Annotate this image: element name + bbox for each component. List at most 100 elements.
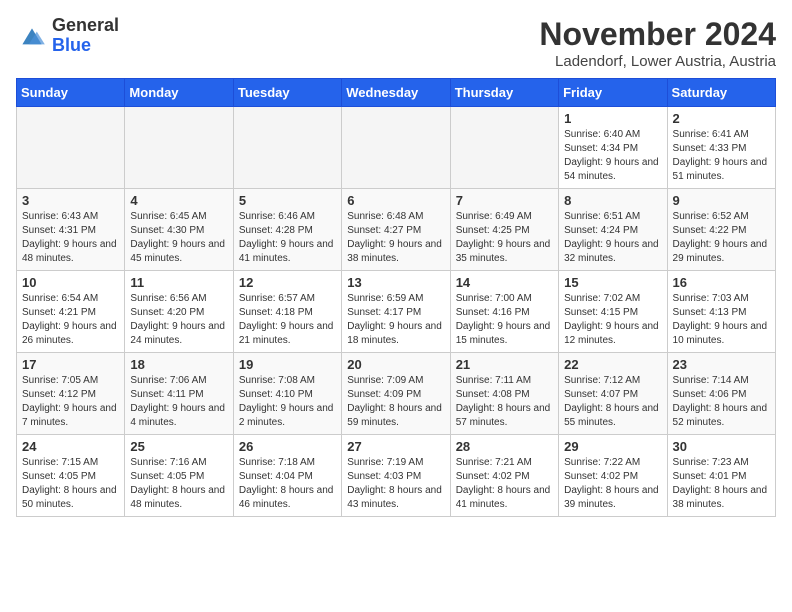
calendar-cell: 25 Sunrise: 7:16 AMSunset: 4:05 PMDayligh… [125, 435, 233, 517]
day-info: Sunrise: 7:14 AMSunset: 4:06 PMDaylight:… [673, 374, 770, 430]
day-number: 13 [347, 275, 444, 290]
day-info: Sunrise: 6:43 AMSunset: 4:31 PMDaylight:… [22, 210, 119, 266]
day-info: Sunrise: 7:09 AMSunset: 4:09 PMDaylight:… [347, 374, 444, 430]
calendar-cell: 10Sunrise: 6:54 AMSunset: 4:21 PMDayligh… [17, 271, 125, 353]
day-number: 12 [239, 275, 336, 290]
day-number: 21 [456, 357, 553, 372]
calendar-week-5: 24Sunrise: 7:15 AMSunset: 4:05 PMDayligh… [17, 435, 776, 517]
calendar-cell: 16 Sunrise: 7:03 AMSunset: 4:13 PMDayligh… [667, 271, 775, 353]
calendar-cell: 8 Sunrise: 6:51 AMSunset: 4:24 PMDaylight… [559, 189, 667, 271]
day-number: 14 [456, 275, 553, 290]
day-number: 9 [673, 193, 770, 208]
calendar: SundayMondayTuesdayWednesdayThursdayFrid… [16, 78, 776, 517]
weekday-row: SundayMondayTuesdayWednesdayThursdayFrid… [17, 79, 776, 107]
calendar-cell [342, 107, 450, 189]
day-info: Sunrise: 7:16 AMSunset: 4:05 PMDaylight:… [130, 456, 227, 512]
day-number: 2 [673, 111, 770, 126]
day-info: Sunrise: 6:51 AMSunset: 4:24 PMDaylight:… [564, 210, 661, 266]
calendar-cell: 28 Sunrise: 7:21 AMSunset: 4:02 PMDayligh… [450, 435, 558, 517]
day-number: 19 [239, 357, 336, 372]
day-number: 1 [564, 111, 661, 126]
calendar-week-4: 17 Sunrise: 7:05 AMSunset: 4:12 PMDayligh… [17, 353, 776, 435]
day-info: Sunrise: 6:41 AMSunset: 4:33 PMDaylight:… [673, 128, 770, 184]
weekday-header-friday: Friday [559, 79, 667, 107]
weekday-header-sunday: Sunday [17, 79, 125, 107]
calendar-cell [17, 107, 125, 189]
calendar-cell: 30 Sunrise: 7:23 AMSunset: 4:01 PMDayligh… [667, 435, 775, 517]
calendar-cell: 14 Sunrise: 7:00 AMSunset: 4:16 PMDayligh… [450, 271, 558, 353]
calendar-cell: 6 Sunrise: 6:48 AMSunset: 4:27 PMDaylight… [342, 189, 450, 271]
calendar-cell: 12 Sunrise: 6:57 AMSunset: 4:18 PMDayligh… [233, 271, 341, 353]
day-number: 4 [130, 193, 227, 208]
day-info: Sunrise: 7:21 AMSunset: 4:02 PMDaylight:… [456, 456, 553, 512]
day-info: Sunrise: 6:49 AMSunset: 4:25 PMDaylight:… [456, 210, 553, 266]
logo-general: General [52, 15, 119, 35]
day-number: 23 [673, 357, 770, 372]
day-info: Sunrise: 7:19 AMSunset: 4:03 PMDaylight:… [347, 456, 444, 512]
day-info: Sunrise: 7:05 AMSunset: 4:12 PMDaylight:… [22, 374, 119, 430]
calendar-cell: 18 Sunrise: 7:06 AMSunset: 4:11 PMDayligh… [125, 353, 233, 435]
page-header: General Blue November 2024 Ladendorf, Lo… [16, 16, 776, 70]
day-number: 29 [564, 439, 661, 454]
day-info: Sunrise: 7:23 AMSunset: 4:01 PMDaylight:… [673, 456, 770, 512]
day-info: Sunrise: 7:15 AMSunset: 4:05 PMDaylight:… [22, 456, 119, 512]
calendar-cell: 27 Sunrise: 7:19 AMSunset: 4:03 PMDayligh… [342, 435, 450, 517]
location: Ladendorf, Lower Austria, Austria [539, 53, 776, 70]
day-info: Sunrise: 6:45 AMSunset: 4:30 PMDaylight:… [130, 210, 227, 266]
calendar-week-2: 3 Sunrise: 6:43 AMSunset: 4:31 PMDaylight… [17, 189, 776, 271]
logo-blue: Blue [52, 35, 91, 55]
day-info: Sunrise: 7:18 AMSunset: 4:04 PMDaylight:… [239, 456, 336, 512]
day-number: 3 [22, 193, 119, 208]
month-title: November 2024 [539, 16, 776, 53]
day-number: 27 [347, 439, 444, 454]
calendar-cell: 23 Sunrise: 7:14 AMSunset: 4:06 PMDayligh… [667, 353, 775, 435]
calendar-cell: 7Sunrise: 6:49 AMSunset: 4:25 PMDaylight… [450, 189, 558, 271]
day-number: 25 [130, 439, 227, 454]
calendar-cell: 26Sunrise: 7:18 AMSunset: 4:04 PMDayligh… [233, 435, 341, 517]
calendar-cell [233, 107, 341, 189]
day-number: 8 [564, 193, 661, 208]
calendar-cell [450, 107, 558, 189]
calendar-cell: 21Sunrise: 7:11 AMSunset: 4:08 PMDayligh… [450, 353, 558, 435]
calendar-cell [125, 107, 233, 189]
day-info: Sunrise: 7:02 AMSunset: 4:15 PMDaylight:… [564, 292, 661, 348]
weekday-header-tuesday: Tuesday [233, 79, 341, 107]
day-number: 16 [673, 275, 770, 290]
day-number: 30 [673, 439, 770, 454]
calendar-cell: 3 Sunrise: 6:43 AMSunset: 4:31 PMDaylight… [17, 189, 125, 271]
day-info: Sunrise: 7:00 AMSunset: 4:16 PMDaylight:… [456, 292, 553, 348]
day-info: Sunrise: 6:48 AMSunset: 4:27 PMDaylight:… [347, 210, 444, 266]
day-info: Sunrise: 6:52 AMSunset: 4:22 PMDaylight:… [673, 210, 770, 266]
calendar-cell: 2 Sunrise: 6:41 AMSunset: 4:33 PMDaylight… [667, 107, 775, 189]
calendar-cell: 13 Sunrise: 6:59 AMSunset: 4:17 PMDayligh… [342, 271, 450, 353]
day-info: Sunrise: 7:06 AMSunset: 4:11 PMDaylight:… [130, 374, 227, 430]
calendar-cell: 4 Sunrise: 6:45 AMSunset: 4:30 PMDaylight… [125, 189, 233, 271]
calendar-cell: 29Sunrise: 7:22 AMSunset: 4:02 PMDayligh… [559, 435, 667, 517]
calendar-cell: 22 Sunrise: 7:12 AMSunset: 4:07 PMDayligh… [559, 353, 667, 435]
logo-icon [16, 22, 48, 50]
day-number: 20 [347, 357, 444, 372]
day-info: Sunrise: 6:40 AMSunset: 4:34 PMDaylight:… [564, 128, 661, 184]
day-info: Sunrise: 6:57 AMSunset: 4:18 PMDaylight:… [239, 292, 336, 348]
day-info: Sunrise: 7:03 AMSunset: 4:13 PMDaylight:… [673, 292, 770, 348]
logo-text: General Blue [52, 16, 119, 56]
title-block: November 2024 Ladendorf, Lower Austria, … [539, 16, 776, 70]
day-number: 6 [347, 193, 444, 208]
calendar-cell: 11Sunrise: 6:56 AMSunset: 4:20 PMDayligh… [125, 271, 233, 353]
day-info: Sunrise: 6:59 AMSunset: 4:17 PMDaylight:… [347, 292, 444, 348]
day-info: Sunrise: 7:08 AMSunset: 4:10 PMDaylight:… [239, 374, 336, 430]
day-number: 17 [22, 357, 119, 372]
calendar-cell: 24Sunrise: 7:15 AMSunset: 4:05 PMDayligh… [17, 435, 125, 517]
calendar-cell: 15 Sunrise: 7:02 AMSunset: 4:15 PMDayligh… [559, 271, 667, 353]
calendar-cell: 9 Sunrise: 6:52 AMSunset: 4:22 PMDaylight… [667, 189, 775, 271]
calendar-header: SundayMondayTuesdayWednesdayThursdayFrid… [17, 79, 776, 107]
calendar-cell: 17 Sunrise: 7:05 AMSunset: 4:12 PMDayligh… [17, 353, 125, 435]
day-number: 15 [564, 275, 661, 290]
day-number: 28 [456, 439, 553, 454]
day-info: Sunrise: 7:12 AMSunset: 4:07 PMDaylight:… [564, 374, 661, 430]
calendar-cell: 1 Sunrise: 6:40 AMSunset: 4:34 PMDaylight… [559, 107, 667, 189]
day-number: 22 [564, 357, 661, 372]
day-number: 18 [130, 357, 227, 372]
logo: General Blue [16, 16, 119, 56]
weekday-header-thursday: Thursday [450, 79, 558, 107]
